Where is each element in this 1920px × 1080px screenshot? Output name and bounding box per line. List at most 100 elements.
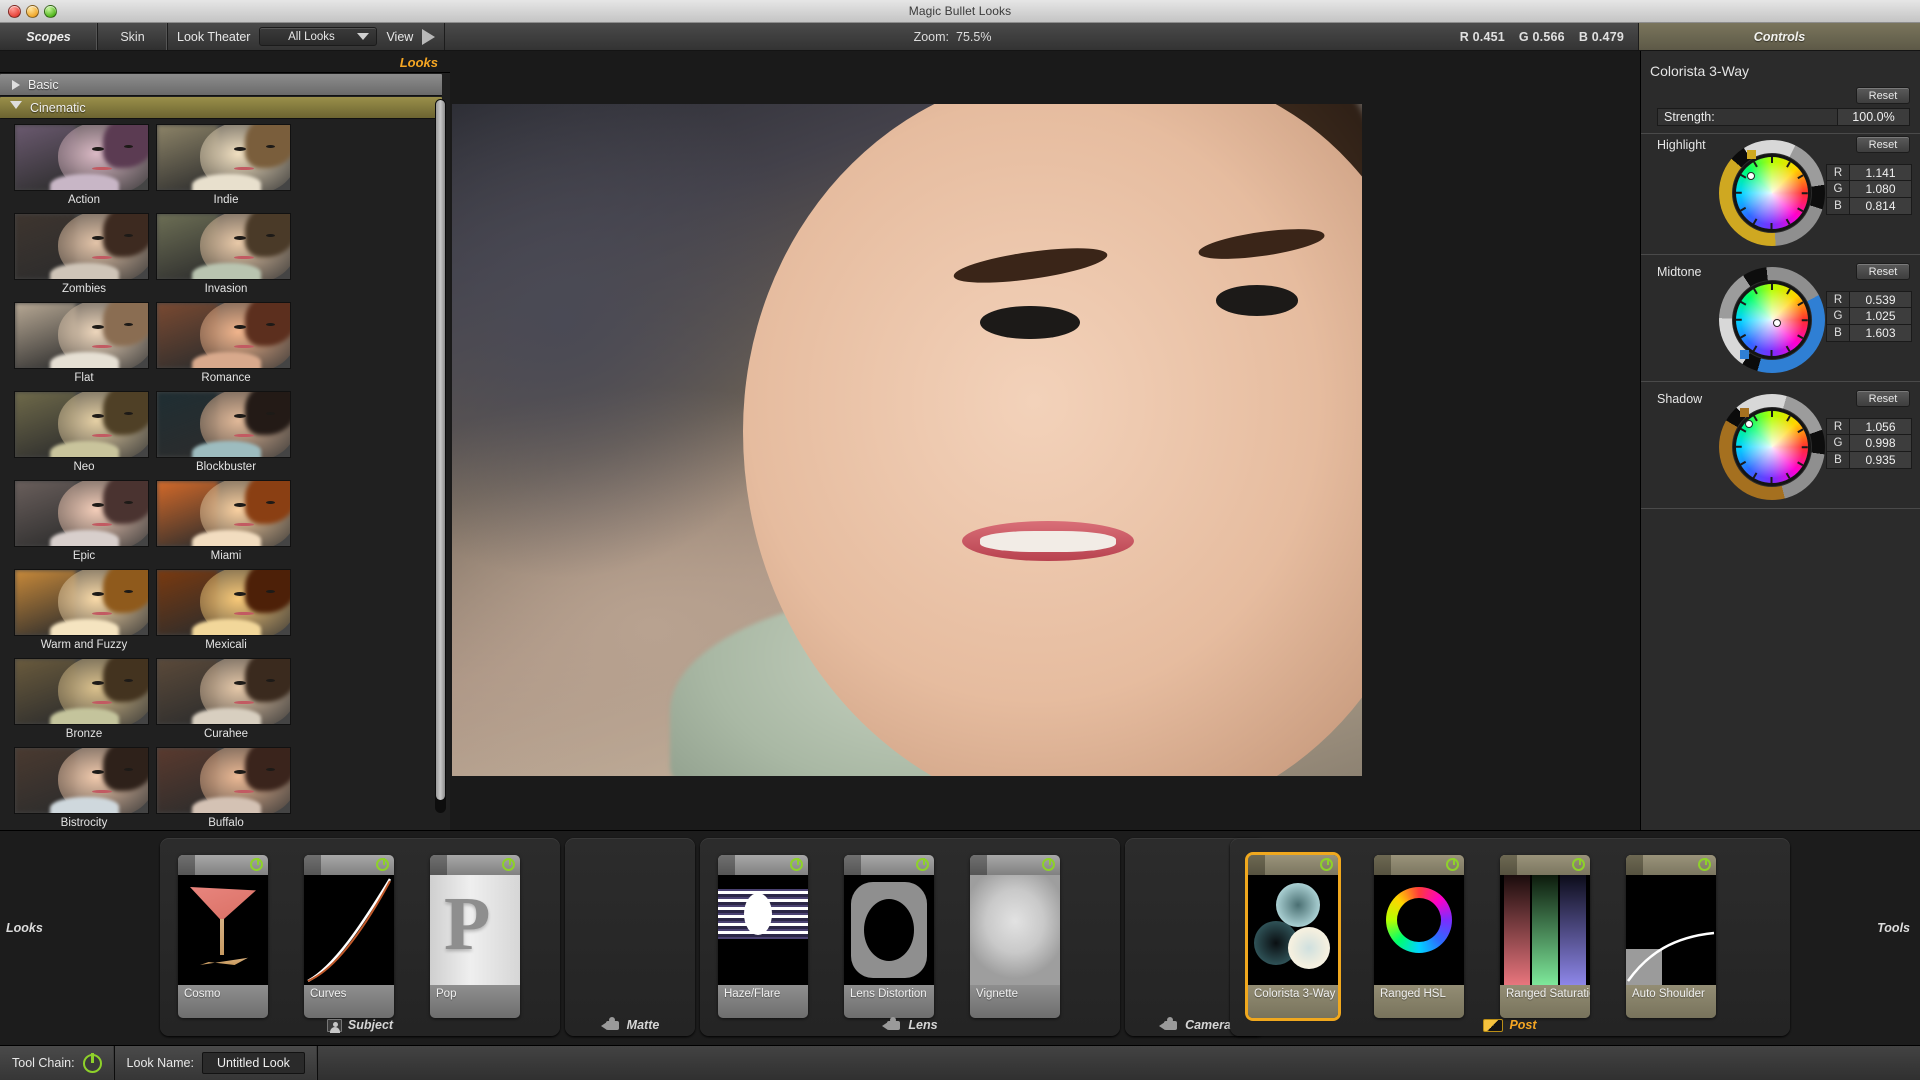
rgb-value[interactable]: 1.056 — [1849, 419, 1911, 434]
rgb-value[interactable]: 0.814 — [1849, 198, 1911, 214]
color-wheel-hue-handle[interactable] — [1740, 350, 1750, 360]
look-thumbnail[interactable]: Curahee — [156, 658, 296, 744]
look-thumbnail[interactable]: Bistrocity — [14, 747, 154, 830]
power-icon[interactable] — [250, 858, 263, 871]
look-filter-dropdown[interactable]: All Looks — [259, 27, 378, 46]
rgb-value[interactable]: 0.998 — [1849, 435, 1911, 451]
tool-card-header[interactable] — [844, 855, 934, 875]
drag-handle-icon[interactable] — [430, 855, 447, 875]
drag-handle-icon[interactable] — [1374, 855, 1391, 875]
looks-list[interactable]: Basic Cinematic Action Indie Zombies Invasion… — [0, 73, 450, 830]
color-wheel[interactable] — [1719, 267, 1825, 373]
preview-area[interactable] — [450, 51, 1640, 830]
scopes-button[interactable]: Scopes — [0, 23, 98, 50]
drag-handle-icon[interactable] — [304, 855, 321, 875]
tool-card-cosmo[interactable]: Cosmo — [178, 855, 268, 1018]
look-thumbnail[interactable]: Mexicali — [156, 569, 296, 655]
look-thumbnail[interactable]: Invasion — [156, 213, 296, 299]
rgb-value[interactable]: 1.141 — [1849, 165, 1911, 180]
looks-category-cinematic[interactable]: Cinematic — [0, 97, 442, 119]
power-icon[interactable] — [1446, 858, 1459, 871]
color-wheel-puck[interactable] — [1773, 319, 1781, 327]
look-thumbnail[interactable]: Flat — [14, 302, 154, 388]
look-thumbnail[interactable]: Blockbuster — [156, 391, 296, 477]
looks-category-basic[interactable]: Basic — [0, 74, 442, 96]
look-thumbnail[interactable]: Buffalo — [156, 747, 296, 830]
rgb-value[interactable]: 1.025 — [1849, 308, 1911, 324]
power-icon[interactable] — [1572, 858, 1585, 871]
tool-card-colorista-3-way[interactable]: Colorista 3-Way — [1248, 855, 1338, 1018]
preview-image[interactable] — [452, 104, 1362, 776]
drag-handle-icon[interactable] — [1248, 855, 1265, 875]
reset-shadow-button[interactable]: Reset — [1856, 390, 1910, 407]
skin-button[interactable]: Skin — [98, 23, 168, 50]
tool-card-header[interactable] — [1626, 855, 1716, 875]
looks-scrollbar[interactable] — [435, 99, 446, 813]
tool-chain-toggle-cell[interactable]: Tool Chain: — [0, 1046, 115, 1080]
color-wheel-hue-handle[interactable] — [1740, 407, 1750, 417]
strength-value[interactable]: 100.0% — [1837, 109, 1909, 125]
view-label[interactable]: View — [386, 30, 413, 44]
rgb-value[interactable]: 1.603 — [1849, 325, 1911, 341]
tool-card-header[interactable] — [1500, 855, 1590, 875]
tool-card-ranged-saturation[interactable]: Ranged Saturation — [1500, 855, 1590, 1018]
power-icon[interactable] — [916, 858, 929, 871]
reset-midtone-button[interactable]: Reset — [1856, 263, 1910, 280]
tool-card-header[interactable] — [1374, 855, 1464, 875]
color-wheel[interactable] — [1719, 394, 1825, 500]
drag-handle-icon[interactable] — [844, 855, 861, 875]
look-thumbnail[interactable]: Indie — [156, 124, 296, 210]
tool-card-header[interactable] — [970, 855, 1060, 875]
drag-handle-icon[interactable] — [718, 855, 735, 875]
look-thumbnail[interactable]: Epic — [14, 480, 154, 566]
look-name-input[interactable]: Untitled Look — [201, 1052, 305, 1074]
color-wheel-hue-handle[interactable] — [1746, 149, 1756, 159]
rgb-value[interactable]: 0.539 — [1849, 292, 1911, 307]
color-wheel-puck[interactable] — [1747, 172, 1755, 180]
color-wheel-disc[interactable] — [1736, 157, 1808, 229]
power-icon[interactable] — [1698, 858, 1711, 871]
tool-card-pop[interactable]: P Pop — [430, 855, 520, 1018]
play-icon[interactable] — [422, 28, 436, 45]
tool-card-header[interactable] — [718, 855, 808, 875]
tool-card-header[interactable] — [304, 855, 394, 875]
power-icon[interactable] — [1042, 858, 1055, 871]
tool-card-header[interactable] — [1248, 855, 1338, 875]
tool-card-auto-shoulder[interactable]: Auto Shoulder — [1626, 855, 1716, 1018]
reset-highlight-button[interactable]: Reset — [1856, 136, 1910, 153]
strength-slider[interactable]: Strength: 100.0% — [1657, 108, 1910, 126]
rgb-value[interactable]: 0.935 — [1849, 452, 1911, 468]
power-icon[interactable] — [82, 1052, 102, 1073]
tool-card-lens-distortion[interactable]: Lens Distortion — [844, 855, 934, 1018]
drag-handle-icon[interactable] — [1626, 855, 1643, 875]
look-thumbnail[interactable]: Neo — [14, 391, 154, 477]
power-icon[interactable] — [790, 858, 803, 871]
power-icon[interactable] — [502, 858, 515, 871]
looks-scrollbar-thumb[interactable] — [436, 100, 445, 800]
drag-handle-icon[interactable] — [178, 855, 195, 875]
drag-handle-icon[interactable] — [970, 855, 987, 875]
look-thumbnail[interactable]: Miami — [156, 480, 296, 566]
look-thumbnail[interactable]: Action — [14, 124, 154, 210]
look-thumbnail[interactable]: Zombies — [14, 213, 154, 299]
tool-card-header[interactable] — [430, 855, 520, 875]
reset-all-button[interactable]: Reset — [1856, 87, 1910, 104]
color-wheel-disc[interactable] — [1736, 284, 1808, 356]
look-thumbnail[interactable]: Warm and Fuzzy — [14, 569, 154, 655]
controls-tab[interactable]: Controls — [1638, 23, 1920, 50]
power-icon[interactable] — [1320, 858, 1333, 871]
tool-card-header[interactable] — [178, 855, 268, 875]
color-wheel-label: Highlight — [1657, 137, 1706, 152]
drag-handle-icon[interactable] — [1500, 855, 1517, 875]
look-thumbnail[interactable]: Romance — [156, 302, 296, 388]
rgb-value[interactable]: 1.080 — [1849, 181, 1911, 197]
color-wheel-puck[interactable] — [1745, 420, 1753, 428]
look-thumbnail[interactable]: Bronze — [14, 658, 154, 744]
tool-card-vignette[interactable]: Vignette — [970, 855, 1060, 1018]
tool-card-ranged-hsl[interactable]: Ranged HSL — [1374, 855, 1464, 1018]
power-icon[interactable] — [376, 858, 389, 871]
looks-tab-label[interactable]: Looks — [400, 51, 438, 73]
tool-card-haze-flare[interactable]: Haze/Flare — [718, 855, 808, 1018]
color-wheel[interactable] — [1719, 140, 1825, 246]
tool-card-curves[interactable]: Curves — [304, 855, 394, 1018]
